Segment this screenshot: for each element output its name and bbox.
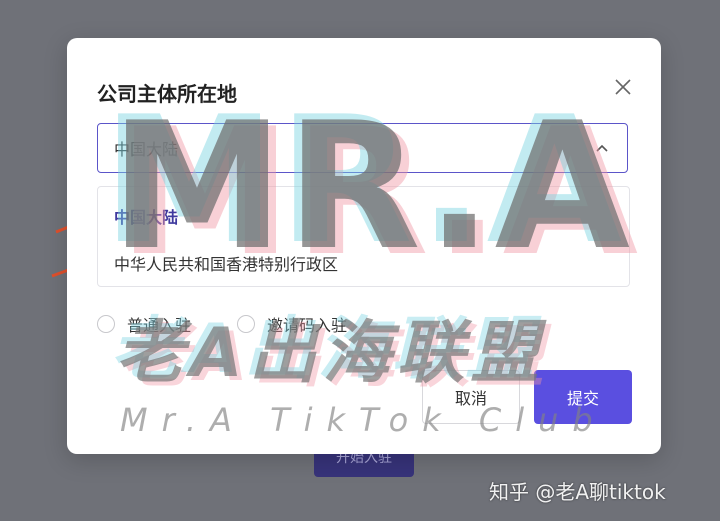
location-select[interactable]: 中国大陆 (97, 123, 628, 173)
radio-normal-onboarding[interactable]: 普通入驻 (97, 312, 191, 336)
watermark-zhihu: 知乎 @老A聊tiktok (489, 480, 666, 504)
location-dialog: 公司主体所在地 中国大陆 中国大陆 中华人民共和国香港特别行政区 普通入驻 邀请… (67, 38, 661, 454)
radio-label: 普通入驻 (127, 316, 192, 335)
radio-invite-code[interactable]: 邀请码入驻 (237, 312, 347, 336)
chevron-up-icon (596, 144, 608, 152)
close-icon[interactable] (612, 76, 634, 98)
radio-circle[interactable] (97, 315, 115, 333)
radio-label: 邀请码入驻 (267, 316, 348, 335)
select-value: 中国大陆 (114, 140, 179, 159)
location-dropdown: 中国大陆 中华人民共和国香港特别行政区 (97, 186, 630, 287)
option-mainland-china[interactable]: 中国大陆 (114, 204, 178, 228)
submit-button[interactable]: 提交 (534, 370, 632, 424)
option-hong-kong[interactable]: 中华人民共和国香港特别行政区 (114, 251, 338, 275)
cancel-button[interactable]: 取消 (422, 370, 520, 424)
dialog-title: 公司主体所在地 (97, 82, 237, 106)
radio-circle[interactable] (237, 315, 255, 333)
